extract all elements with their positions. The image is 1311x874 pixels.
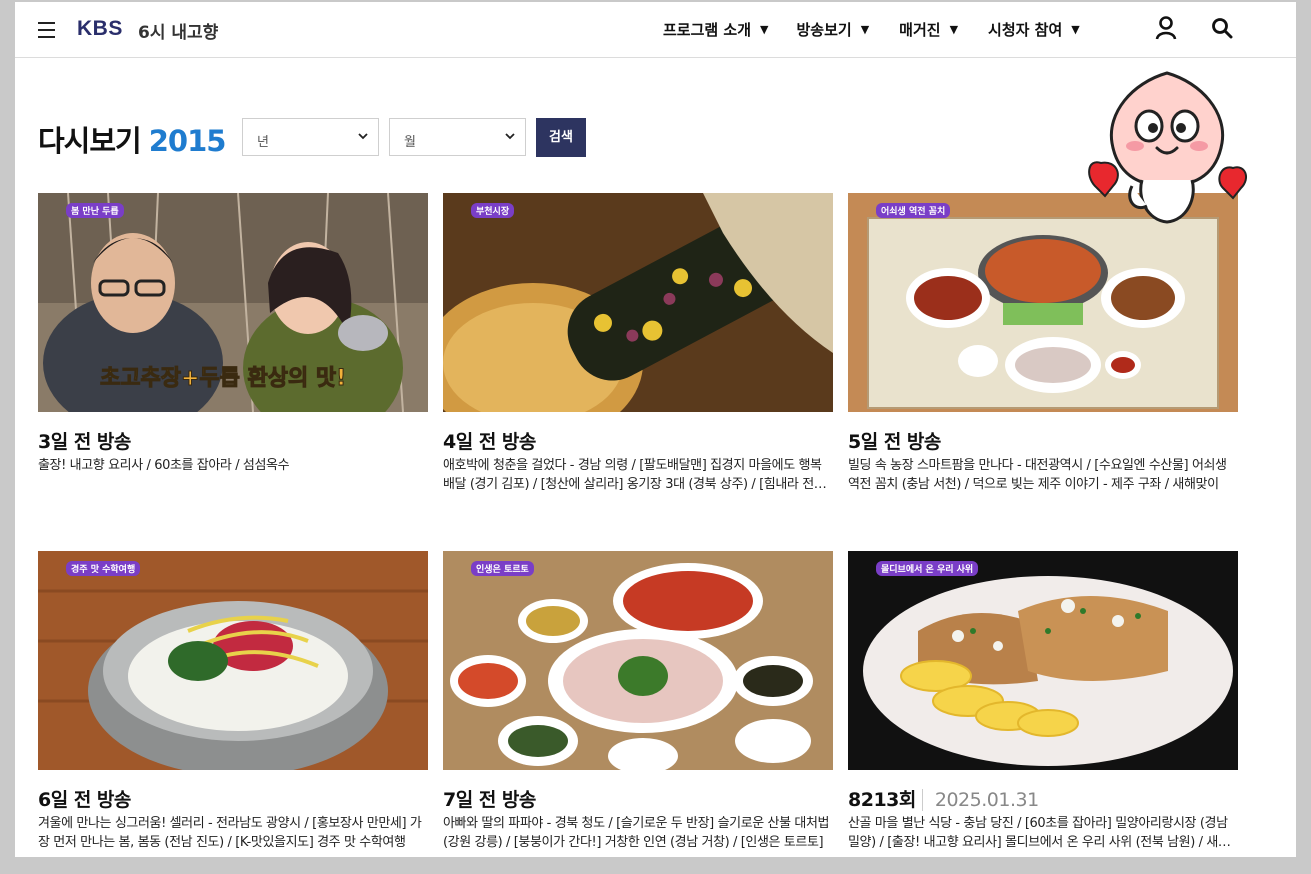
episode-card[interactable]: 몰디브에서 온 우리 사위 8213회 2025.01.31 산골 마을 별난 식… [848,551,1238,852]
nav-viewer-participation[interactable]: 시청자 참여 ▼ [988,19,1080,40]
nav-magazine[interactable]: 매거진 ▼ [899,19,958,40]
episode-title[interactable]: 7일 전 방송 [443,785,833,811]
episode-title[interactable]: 5일 전 방송 [848,427,1238,453]
caret-down-icon: ▼ [1071,23,1080,36]
thumbnail-badge: 몰디브에서 온 우리 사위 [876,561,979,576]
nav-label: 프로그램 소개 [663,21,752,39]
episode-title[interactable]: 8213회 2025.01.31 [848,785,1238,811]
episode-description: 산골 마을 별난 식당 - 충남 당진 / [60초를 잡아라] 밀양아리랑시장… [848,816,1230,850]
thumbnail-badge: 경주 맛 수학여행 [66,561,141,576]
episode-description: 겨울에 만나는 싱그러움! 셀러리 - 전라남도 광양시 / [홍보장사 만만세… [38,816,422,850]
episode-thumbnail[interactable]: 부천시장 [443,193,833,412]
episode-thumbnail[interactable]: 경주 맛 수학여행 [38,551,428,770]
thumbnail-badge: 어쇠생 역전 꼼치 [876,203,951,218]
episode-thumbnail[interactable]: 초고추장+두릅 환상의 맛! 봄 만난 두릅 [38,193,428,412]
thumbnail-image [38,551,428,770]
nav-program-intro[interactable]: 프로그램 소개 ▼ [663,19,769,40]
episode-description: 출장! 내고향 요리사 / 60초를 잡아라 / 섬섬옥수 [38,458,290,473]
kbs-logo[interactable]: KBS [77,17,123,41]
month-select[interactable]: 월 [389,118,526,156]
thumbnail-image [443,193,833,412]
thumbnail-image [443,551,833,770]
caret-down-icon: ▼ [949,23,959,36]
svg-text:초고추장+두릅 환상의 맛!: 초고추장+두릅 환상의 맛! [100,366,346,391]
episode-description: 빌딩 속 농장 스마트팜을 만나다 - 대전광역시 / [수요일엔 수산물] 어… [848,458,1227,492]
nav-label: 시청자 참여 [988,21,1063,39]
search-icon[interactable] [1211,17,1233,39]
thumbnail-badge: 부천시장 [471,203,515,218]
chevron-down-icon [358,133,368,140]
site-title[interactable]: 6시 내고향 [138,18,218,43]
nav-watch[interactable]: 방송보기 ▼ [797,19,870,40]
page-title: 다시보기 2015 [38,118,227,160]
episode-title[interactable]: 4일 전 방송 [443,427,833,453]
episode-description: 애호박에 청춘을 걸었다 - 경남 의령 / [팔도배달맨] 집경지 마을에도 … [443,458,826,492]
episode-title[interactable]: 6일 전 방송 [38,785,428,811]
year-text: 2015 [148,124,227,158]
episode-card[interactable]: 어쇠생 역전 꼼치 5일 전 방송 빌딩 속 농장 스마트팜을 만나다 - 대전… [848,193,1238,494]
episode-thumbnail[interactable]: 몰디브에서 온 우리 사위 [848,551,1238,770]
mascot-character [1088,71,1248,224]
episode-title[interactable]: 3일 전 방송 [38,427,428,453]
episode-number: 8213회 [848,789,916,811]
episode-date: 2025.01.31 [921,789,1039,811]
user-icon[interactable] [1155,16,1177,40]
menu-icon[interactable] [38,22,55,38]
nav-label: 매거진 [899,21,941,39]
site-header: KBS 6시 내고향 프로그램 소개 ▼ 방송보기 ▼ 매거진 ▼ 시청자 참여 ▼ [15,2,1296,58]
episode-description: 아빠와 딸의 파파야 - 경북 청도 / [슬기로운 두 반장] 슬기로운 산불… [443,816,830,850]
year-select[interactable]: 년 [242,118,379,156]
episode-card[interactable]: 부천시장 4일 전 방송 애호박에 청춘을 걸었다 - 경남 의령 / [팔도배… [443,193,833,494]
title-text: 다시보기 [38,124,142,158]
caret-down-icon: ▼ [860,23,870,36]
caret-down-icon: ▼ [760,23,769,36]
page-frame: KBS 6시 내고향 프로그램 소개 ▼ 방송보기 ▼ 매거진 ▼ 시청자 참여 ▼ 다… [15,2,1296,857]
episode-card[interactable]: 경주 맛 수학여행 6일 전 방송 겨울에 만나는 싱그러움! 셀러리 - 전라… [38,551,428,852]
chevron-down-icon [505,133,515,140]
thumbnail-image: 초고추장+두릅 환상의 맛! [38,193,428,412]
main-nav: 프로그램 소개 ▼ 방송보기 ▼ 매거진 ▼ 시청자 참여 ▼ [663,19,1080,40]
search-button[interactable]: 검색 [536,118,586,157]
nav-label: 방송보기 [796,21,852,39]
thumbnail-image [848,551,1238,770]
month-select-value: 월 [404,135,416,150]
episode-thumbnail[interactable]: 인생은 토르토 [443,551,833,770]
year-select-value: 년 [257,135,269,150]
episode-card[interactable]: 초고추장+두릅 환상의 맛! 봄 만난 두릅 3일 전 방송 출장! 내고향 요… [38,193,428,494]
thumbnail-badge: 인생은 토르토 [471,561,534,576]
episode-card[interactable]: 인생은 토르토 7일 전 방송 아빠와 딸의 파파야 - 경북 청도 / [슬기… [443,551,833,852]
thumbnail-badge: 봄 만난 두릅 [66,203,124,218]
